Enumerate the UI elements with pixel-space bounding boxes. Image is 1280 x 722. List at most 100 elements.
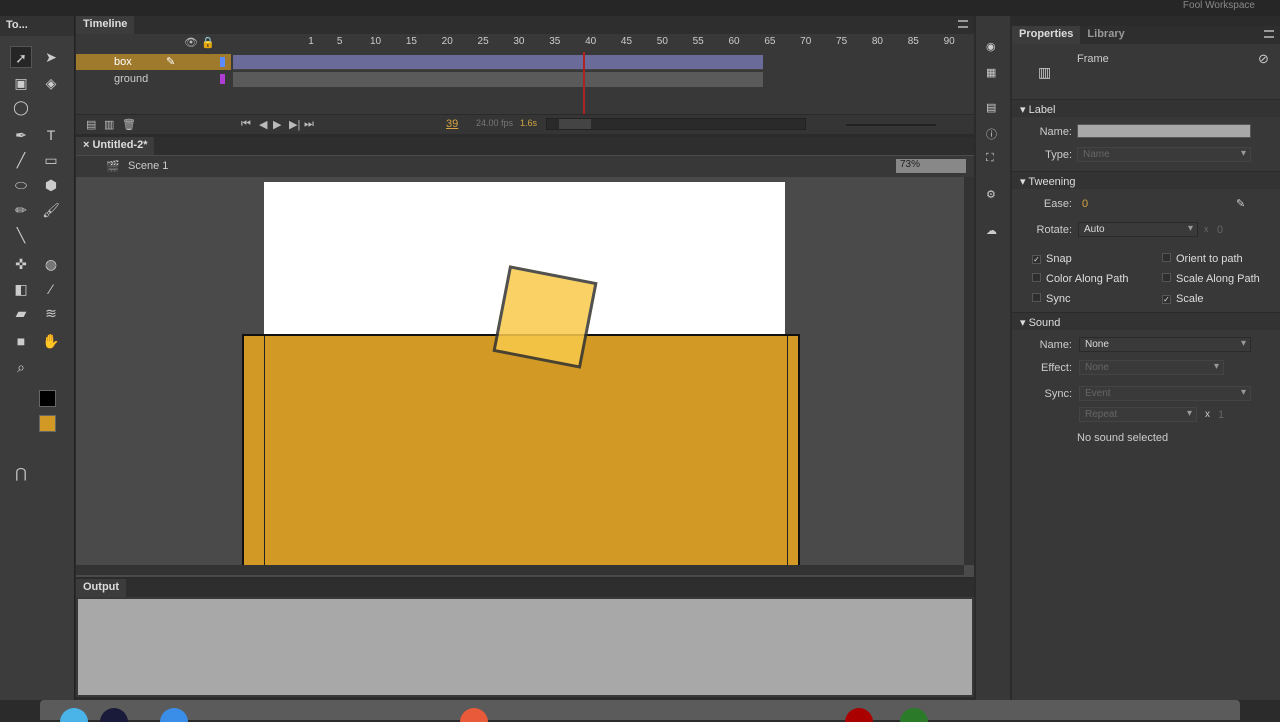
go-first-icon[interactable]: ⏮ (241, 118, 251, 131)
hand-tool-icon[interactable]: ✋ (40, 330, 62, 352)
delete-layer-icon[interactable]: 🗑 (122, 118, 136, 131)
edit-ease-icon[interactable]: ✎ (1236, 197, 1245, 210)
frame-size-slider[interactable] (846, 124, 936, 126)
macos-dock (40, 700, 1240, 722)
sync-select[interactable]: Event (1079, 386, 1251, 401)
workspace-switcher[interactable]: Fool Workspace (1183, 0, 1255, 11)
snap-to-objects-icon[interactable]: ⋂ (10, 462, 32, 484)
play-icon[interactable]: ▶ (273, 118, 281, 131)
tab-properties[interactable]: Properties (1012, 26, 1081, 44)
scene-name[interactable]: Scene 1 (128, 160, 168, 172)
output-text[interactable] (78, 599, 972, 695)
rotate-select[interactable]: Auto (1078, 222, 1198, 237)
width-tool-icon[interactable]: ≋ (40, 302, 62, 324)
pencil-tool-icon[interactable]: ✏ (10, 199, 32, 221)
components-icon[interactable]: ⚙ (986, 188, 996, 201)
timeline-scrollbar[interactable] (546, 118, 806, 130)
polystar-tool-icon[interactable]: ⬢ (40, 174, 62, 196)
tab-document[interactable]: × Untitled-2* (76, 137, 155, 155)
checkbox-label: Color Along Path (1046, 273, 1129, 285)
rotate-times: x (1204, 224, 1209, 234)
ruler-tick-label: 50 (656, 36, 668, 47)
info-icon[interactable]: ⓘ (986, 126, 997, 142)
text-tool-icon[interactable]: T (40, 124, 62, 146)
panel-menu-icon[interactable] (1264, 30, 1274, 38)
color-panel-icon[interactable]: ◉ (986, 40, 996, 53)
checkbox-snap[interactable]: ✓ Snap (1032, 253, 1072, 265)
ink-bottle-icon[interactable]: ◧ (10, 278, 32, 300)
panel-menu-icon[interactable] (958, 20, 968, 28)
frame-rate[interactable]: 24.00 fps (476, 118, 513, 128)
go-last-icon[interactable]: ⏭ (304, 118, 314, 131)
tab-timeline[interactable]: Timeline (76, 16, 135, 34)
tab-output[interactable]: Output (76, 579, 127, 597)
ease-label: Ease: (1043, 198, 1072, 210)
sound-name-select[interactable]: None (1079, 337, 1251, 352)
repeat-select[interactable]: Repeat (1079, 407, 1197, 422)
rotate-count[interactable]: 0 (1217, 224, 1223, 236)
current-frame[interactable]: 39 (446, 118, 458, 130)
frame-name-input[interactable] (1077, 124, 1251, 138)
checkbox-sync[interactable]: Sync (1032, 293, 1070, 305)
frame-ruler[interactable]: 1510152025303540455055606570758085909510… (306, 36, 1036, 52)
line-tool-icon[interactable]: ╱ (10, 149, 32, 171)
swatches-icon[interactable]: ▦ (986, 66, 996, 79)
section-sound[interactable]: ▾ Sound (1012, 312, 1280, 330)
checkbox-icon (1162, 273, 1171, 282)
ease-value[interactable]: 0 (1082, 198, 1088, 210)
help-icon[interactable]: ⊘ (1258, 51, 1269, 67)
tab-library[interactable]: Library (1080, 26, 1132, 44)
ground-shape[interactable] (242, 334, 800, 565)
step-forward-icon[interactable]: ▶| (289, 118, 300, 131)
layer-box[interactable]: box ✎ (76, 54, 231, 70)
bone-tool-icon[interactable]: ✜ (10, 253, 32, 275)
oval-tool-icon[interactable]: ⬭ (10, 174, 32, 196)
lasso-icon[interactable]: ◯ (10, 96, 32, 118)
new-layer-icon[interactable]: ▤ (86, 118, 96, 131)
properties-panel: Properties Library ▥ Frame ⊘ ▾ Label Name… (1012, 26, 1280, 700)
pen-tool-icon[interactable]: ✒ (10, 124, 32, 146)
step-back-icon[interactable]: ◀ (259, 118, 267, 131)
zoom-select[interactable]: 73% (896, 159, 966, 173)
eye-icon[interactable]: 👁 (184, 36, 198, 49)
horizontal-scrollbar[interactable] (76, 565, 964, 575)
timeline-panel: Timeline 👁 🔒 1 5 10 15 20 25 30 35 40 45 50 55 60 65 7… (76, 16, 1029, 134)
lock-icon[interactable]: 🔒 (201, 36, 215, 49)
layer-ground[interactable]: ground (76, 71, 231, 87)
paint-bucket-icon[interactable]: ◍ (40, 253, 62, 275)
align-icon[interactable]: ▤ (986, 101, 996, 114)
vertical-scrollbar[interactable] (964, 177, 974, 565)
checkbox-orient-to-path[interactable]: Orient to path (1162, 253, 1243, 265)
3d-rotation-icon[interactable]: ◈ (40, 72, 62, 94)
section-label[interactable]: ▾ Label (1012, 99, 1280, 117)
fill-color-swatch[interactable] (39, 415, 56, 432)
stage-pasteboard[interactable] (76, 177, 964, 565)
eraser-icon[interactable]: ▰ (10, 302, 32, 324)
free-transform-icon[interactable]: ▣ (10, 72, 32, 94)
subselection-tool-icon[interactable]: ➤ (40, 46, 62, 68)
rectangle-tool-icon[interactable]: ▭ (40, 149, 62, 171)
section-tweening[interactable]: ▾ Tweening (1012, 171, 1280, 189)
elapsed-time[interactable]: 1.6s (520, 118, 537, 128)
transform-icon[interactable]: ⛶ (986, 152, 994, 165)
checkbox-scale-along-path[interactable]: Scale Along Path (1162, 273, 1260, 285)
camera-icon[interactable]: ■ (10, 330, 32, 352)
paint-brush-icon[interactable]: ╲ (10, 224, 32, 246)
repeat-count[interactable]: 1 (1218, 409, 1224, 421)
effect-select[interactable]: None (1079, 360, 1224, 375)
selection-tool-icon[interactable]: ➚ (10, 46, 32, 68)
checkbox-color-along-path[interactable]: Color Along Path (1032, 273, 1129, 285)
label-type-select[interactable]: Name (1077, 147, 1251, 162)
stroke-color-swatch[interactable] (39, 390, 56, 407)
new-folder-icon[interactable]: ▥ (104, 118, 114, 131)
eyedropper-icon[interactable]: ⁄ (40, 278, 62, 300)
ruler-tick-label: 15 (405, 36, 417, 47)
box-shape[interactable] (492, 265, 598, 369)
ground-frame-span[interactable] (233, 72, 763, 87)
cc-libraries-icon[interactable]: ☁ (986, 224, 997, 237)
checkbox-scale[interactable]: ✓ Scale (1162, 293, 1204, 305)
zoom-tool-icon[interactable]: ⌕ (10, 356, 32, 378)
motion-tween-span[interactable] (233, 55, 763, 70)
brush-tool-icon[interactable]: 🖌 (40, 199, 62, 221)
layer-color-icon (220, 74, 225, 84)
